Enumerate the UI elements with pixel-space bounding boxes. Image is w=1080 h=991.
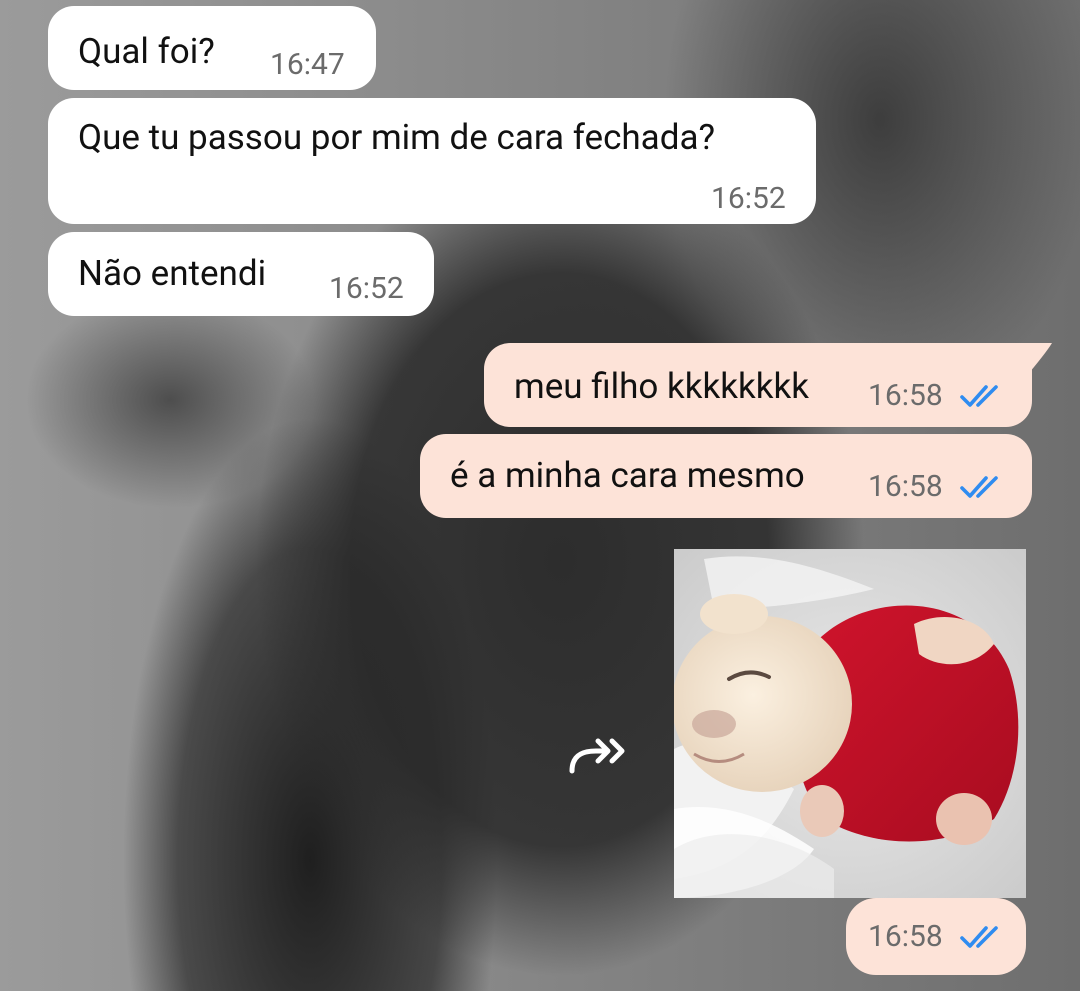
message-text: Não entendi: [78, 253, 267, 294]
message-text: é a minha cara mesmo: [450, 455, 805, 496]
message-bubble-incoming[interactable]: Não entendi 16:52: [48, 232, 434, 316]
message-timestamp: 16:52: [711, 181, 786, 216]
message-bubble-incoming[interactable]: Que tu passou por mim de cara fechada? 1…: [48, 98, 816, 224]
message-timestamp: 16:52: [329, 271, 404, 306]
message-timestamp: 16:58: [868, 378, 943, 413]
message-text: Qual foi?: [78, 31, 215, 72]
message-timestamp: 16:58: [868, 469, 943, 504]
message-timestamp: 16:47: [270, 47, 345, 82]
message-bubble-outgoing[interactable]: é a minha cara mesmo 16:58: [420, 434, 1032, 518]
double-check-icon: [960, 476, 998, 498]
message-text: meu filho kkkkkkkk: [514, 366, 809, 407]
forward-icon[interactable]: [566, 735, 630, 779]
sticker-media[interactable]: [674, 549, 1026, 898]
message-bubble-incoming[interactable]: Qual foi? 16:47: [48, 6, 376, 90]
double-check-icon: [960, 926, 998, 948]
message-bubble-outgoing[interactable]: meu filho kkkkkkkk 16:58: [484, 343, 1032, 427]
message-text: Que tu passou por mim de cara fechada?: [78, 117, 716, 158]
sticker-image: [674, 549, 1026, 898]
sticker-timestamp-pill: 16:58: [846, 898, 1026, 975]
message-timestamp: 16:58: [868, 919, 943, 954]
double-check-icon: [960, 385, 998, 407]
